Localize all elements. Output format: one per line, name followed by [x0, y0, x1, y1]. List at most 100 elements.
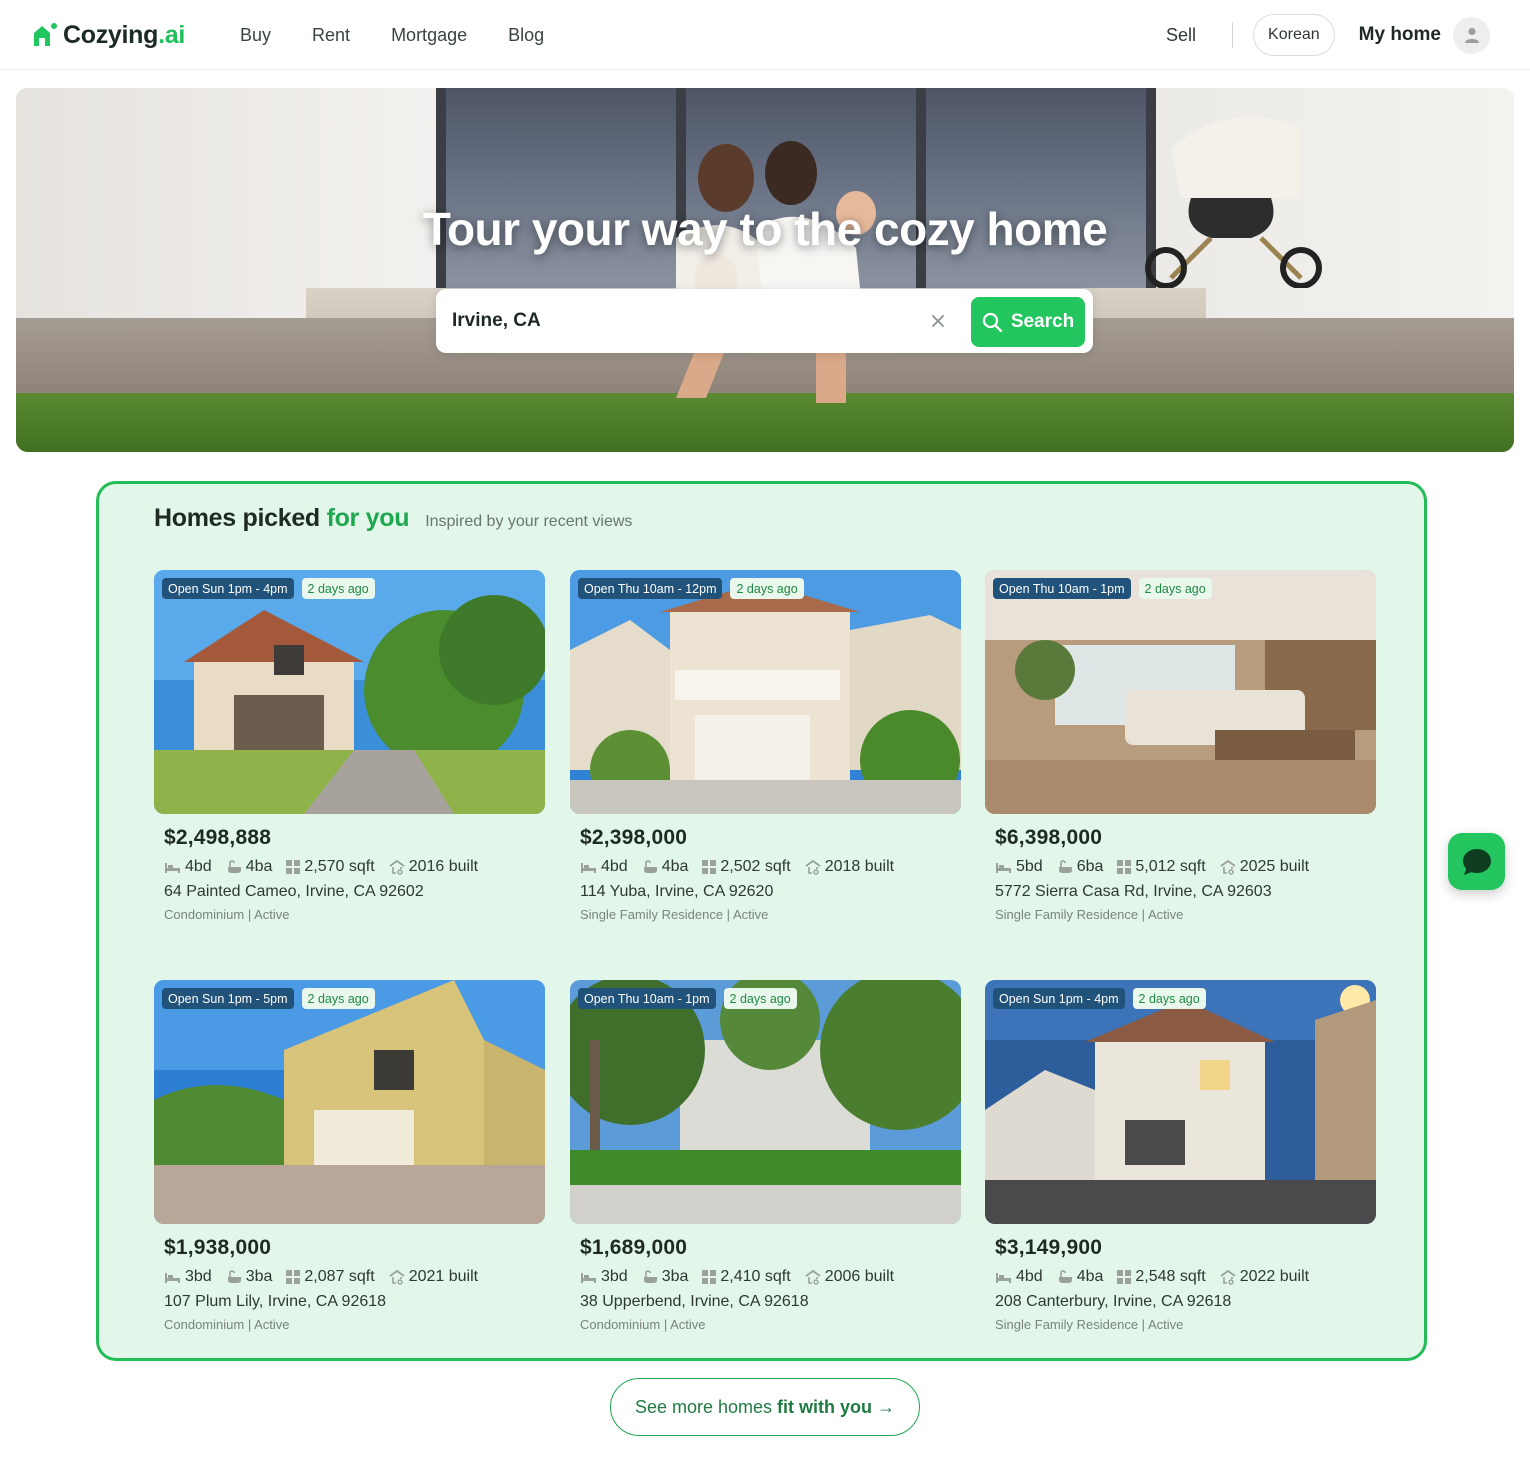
hero-family-illustration	[676, 141, 876, 403]
spec-built: 2016 built	[389, 858, 478, 876]
built-icon	[1220, 1269, 1236, 1285]
house-photo-4	[154, 980, 545, 1224]
sqft-icon	[1117, 1270, 1132, 1284]
house-photo-6	[985, 980, 1376, 1224]
bath-icon	[227, 860, 241, 873]
spec-baths: 4ba	[226, 858, 272, 876]
spec-baths: 4ba	[642, 858, 688, 876]
hero-banner: Tour your way to the cozy home Search	[16, 88, 1514, 452]
listing-card[interactable]: Open Thu 10am - 12pm 2 days ago $2,398,0…	[570, 570, 961, 922]
top-navigation-bar: Cozying.ai Buy Rent Mortgage Blog Sell K…	[0, 0, 1530, 70]
listing-type-status: Single Family Residence | Active	[995, 907, 1184, 922]
see-more-homes-button[interactable]: See more homes fit with you →	[610, 1378, 920, 1436]
bed-icon	[165, 1273, 180, 1283]
open-house-badge: Open Sun 1pm - 4pm	[162, 578, 294, 599]
house-photo-2	[570, 570, 961, 814]
bed-icon	[581, 1273, 596, 1283]
section-subtitle: Inspired by your recent views	[425, 513, 633, 530]
spec-baths: 3ba	[226, 1268, 272, 1286]
listing-price: $3,149,900	[995, 1236, 1103, 1259]
bed-icon	[996, 863, 1011, 873]
bath-icon	[1058, 860, 1072, 873]
user-icon	[1464, 27, 1479, 43]
nav-sell[interactable]: Sell	[1166, 25, 1196, 46]
listing-badges: Open Sun 1pm - 4pm 2 days ago	[162, 578, 375, 599]
listing-specs: 4bd 4ba 2,502 sqft 2018 built	[580, 858, 961, 876]
cozying-logo[interactable]: Cozying.ai	[32, 18, 185, 52]
listing-specs: 4bd 4ba 2,548 sqft 2022 built	[995, 1268, 1376, 1286]
built-icon	[1220, 859, 1236, 875]
homes-picked-section: Homes picked for you Inspired by your re…	[96, 481, 1427, 1361]
sqft-icon	[702, 1270, 717, 1284]
nav-blog[interactable]: Blog	[508, 22, 544, 48]
listing-specs: 3bd 3ba 2,087 sqft 2021 built	[164, 1268, 545, 1286]
bath-icon	[643, 860, 657, 873]
section-title: Homes picked for you	[154, 504, 410, 532]
listing-card[interactable]: Open Thu 10am - 1pm 2 days ago $1,689,00…	[570, 980, 961, 1332]
header-actions: Sell Korean My home	[1166, 14, 1490, 56]
listing-card[interactable]: Open Sun 1pm - 5pm 2 days ago $1,938,000…	[154, 980, 545, 1332]
spec-sqft: 2,570 sqft	[286, 858, 375, 876]
close-icon	[932, 315, 944, 327]
my-home-link[interactable]: My home	[1359, 24, 1441, 46]
bed-icon	[996, 1273, 1011, 1283]
chat-icon	[1462, 848, 1491, 875]
listed-age-badge: 2 days ago	[730, 578, 804, 599]
listing-photo[interactable]: Open Sun 1pm - 4pm 2 days ago	[985, 980, 1376, 1224]
built-icon	[389, 1269, 405, 1285]
listing-price: $2,498,888	[164, 826, 272, 849]
listing-address[interactable]: 5772 Sierra Casa Rd, Irvine, CA 92603	[995, 883, 1376, 901]
nav-mortgage[interactable]: Mortgage	[391, 22, 467, 48]
hero-stroller-illustration	[1145, 116, 1322, 288]
home-logo-icon	[34, 23, 57, 46]
sqft-icon	[702, 860, 717, 874]
listing-card[interactable]: Open Sun 1pm - 4pm 2 days ago $3,149,900…	[985, 980, 1376, 1332]
listing-card[interactable]: Open Thu 10am - 1pm 2 days ago $6,398,00…	[985, 570, 1376, 922]
clear-search-button[interactable]	[928, 311, 948, 331]
open-house-badge: Open Sun 1pm - 5pm	[162, 988, 294, 1009]
logo-wordmark: Cozying.ai	[63, 20, 186, 49]
header-divider	[1232, 22, 1234, 48]
spec-built: 2021 built	[389, 1268, 478, 1286]
nav-rent[interactable]: Rent	[312, 22, 350, 48]
listing-photo[interactable]: Open Thu 10am - 1pm 2 days ago	[570, 980, 961, 1224]
listing-specs: 3bd 3ba 2,410 sqft 2006 built	[580, 1268, 961, 1286]
listing-photo[interactable]: Open Thu 10am - 1pm 2 days ago	[985, 570, 1376, 814]
listing-specs: 5bd 6ba 5,012 sqft 2025 built	[995, 858, 1376, 876]
listing-price: $1,938,000	[164, 1236, 272, 1259]
listing-address[interactable]: 114 Yuba, Irvine, CA 92620	[580, 883, 961, 901]
listing-card[interactable]: Open Sun 1pm - 4pm 2 days ago $2,498,888…	[154, 570, 545, 922]
listing-address[interactable]: 107 Plum Lily, Irvine, CA 92618	[164, 1293, 545, 1311]
bed-icon	[581, 863, 596, 873]
nav-buy[interactable]: Buy	[240, 22, 271, 48]
listing-address[interactable]: 64 Painted Cameo, Irvine, CA 92602	[164, 883, 545, 901]
open-house-badge: Open Thu 10am - 1pm	[578, 988, 716, 1009]
location-search-input[interactable]	[452, 303, 912, 339]
search-button[interactable]: Search	[971, 297, 1085, 347]
section-header: Homes picked for you Inspired by your re…	[154, 504, 632, 533]
listing-photo[interactable]: Open Sun 1pm - 4pm 2 days ago	[154, 570, 545, 814]
listing-type-status: Single Family Residence | Active	[995, 1317, 1184, 1332]
listing-address[interactable]: 208 Canterbury, Irvine, CA 92618	[995, 1293, 1376, 1311]
language-button[interactable]: Korean	[1253, 14, 1335, 56]
search-button-label: Search	[1010, 311, 1075, 332]
spec-beds: 4bd	[995, 1268, 1043, 1286]
listing-photo[interactable]: Open Thu 10am - 12pm 2 days ago	[570, 570, 961, 814]
search-bar: Search	[436, 289, 1093, 353]
main-nav: Buy Rent Mortgage Blog	[240, 22, 585, 48]
chat-button[interactable]	[1448, 833, 1505, 890]
spec-beds: 3bd	[164, 1268, 212, 1286]
spec-sqft: 2,548 sqft	[1117, 1268, 1206, 1286]
listing-price: $6,398,000	[995, 826, 1103, 849]
bath-icon	[1058, 1270, 1072, 1283]
listing-badges: Open Sun 1pm - 5pm 2 days ago	[162, 988, 375, 1009]
spec-sqft: 2,502 sqft	[702, 858, 791, 876]
avatar[interactable]	[1453, 16, 1490, 54]
house-photo-3	[985, 570, 1376, 814]
listed-age-badge: 2 days ago	[301, 578, 375, 599]
listing-address[interactable]: 38 Upperbend, Irvine, CA 92618	[580, 1293, 961, 1311]
listing-badges: Open Sun 1pm - 4pm 2 days ago	[993, 988, 1206, 1009]
house-photo-1	[154, 570, 545, 814]
listing-photo[interactable]: Open Sun 1pm - 5pm 2 days ago	[154, 980, 545, 1224]
listing-badges: Open Thu 10am - 1pm 2 days ago	[993, 578, 1212, 599]
